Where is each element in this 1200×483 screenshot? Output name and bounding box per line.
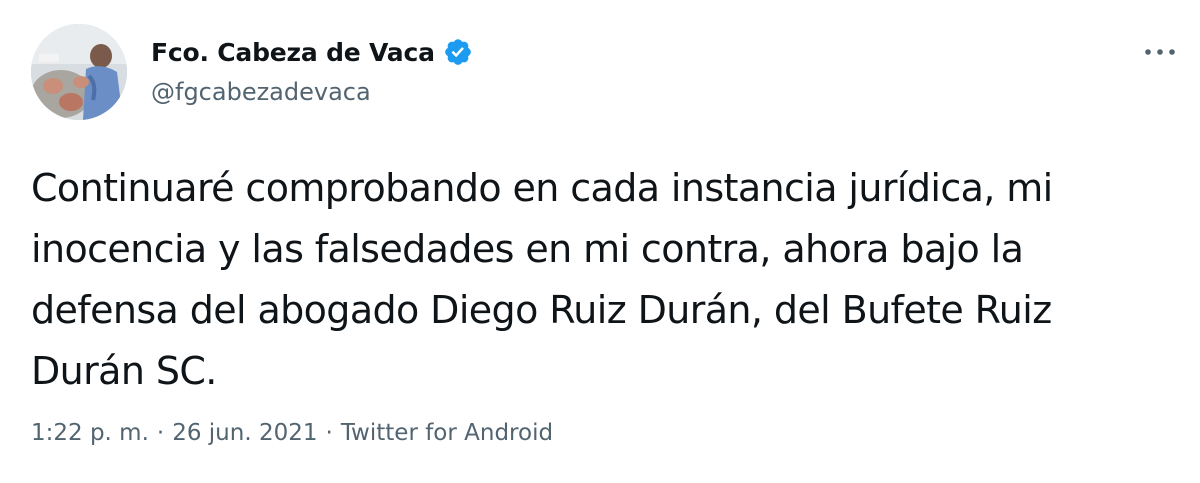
more-options-button[interactable]	[1140, 40, 1180, 64]
tweet-card: Fco. Cabeza de Vaca @fgcabezadevaca Cont…	[0, 0, 1200, 483]
avatar-image	[31, 24, 127, 120]
avatar[interactable]	[31, 24, 127, 120]
author-name-row: Fco. Cabeza de Vaca	[151, 34, 473, 70]
tweet-metadata: 1:22 p. m. · 26 jun. 2021 · Twitter for …	[31, 420, 553, 446]
tweet-source[interactable]: Twitter for Android	[341, 420, 553, 446]
tweet-text: Continuaré comprobando en cada instancia…	[31, 166, 1053, 393]
verified-badge-icon	[443, 37, 473, 67]
more-options-icon	[1145, 49, 1175, 55]
author-handle[interactable]: @fgcabezadevaca	[151, 78, 371, 106]
author-display-name[interactable]: Fco. Cabeza de Vaca	[151, 38, 435, 67]
meta-separator: ·	[156, 420, 165, 446]
tweet-date[interactable]: 26 jun. 2021	[172, 420, 317, 446]
tweet-time[interactable]: 1:22 p. m.	[31, 420, 149, 446]
meta-separator: ·	[325, 420, 333, 446]
